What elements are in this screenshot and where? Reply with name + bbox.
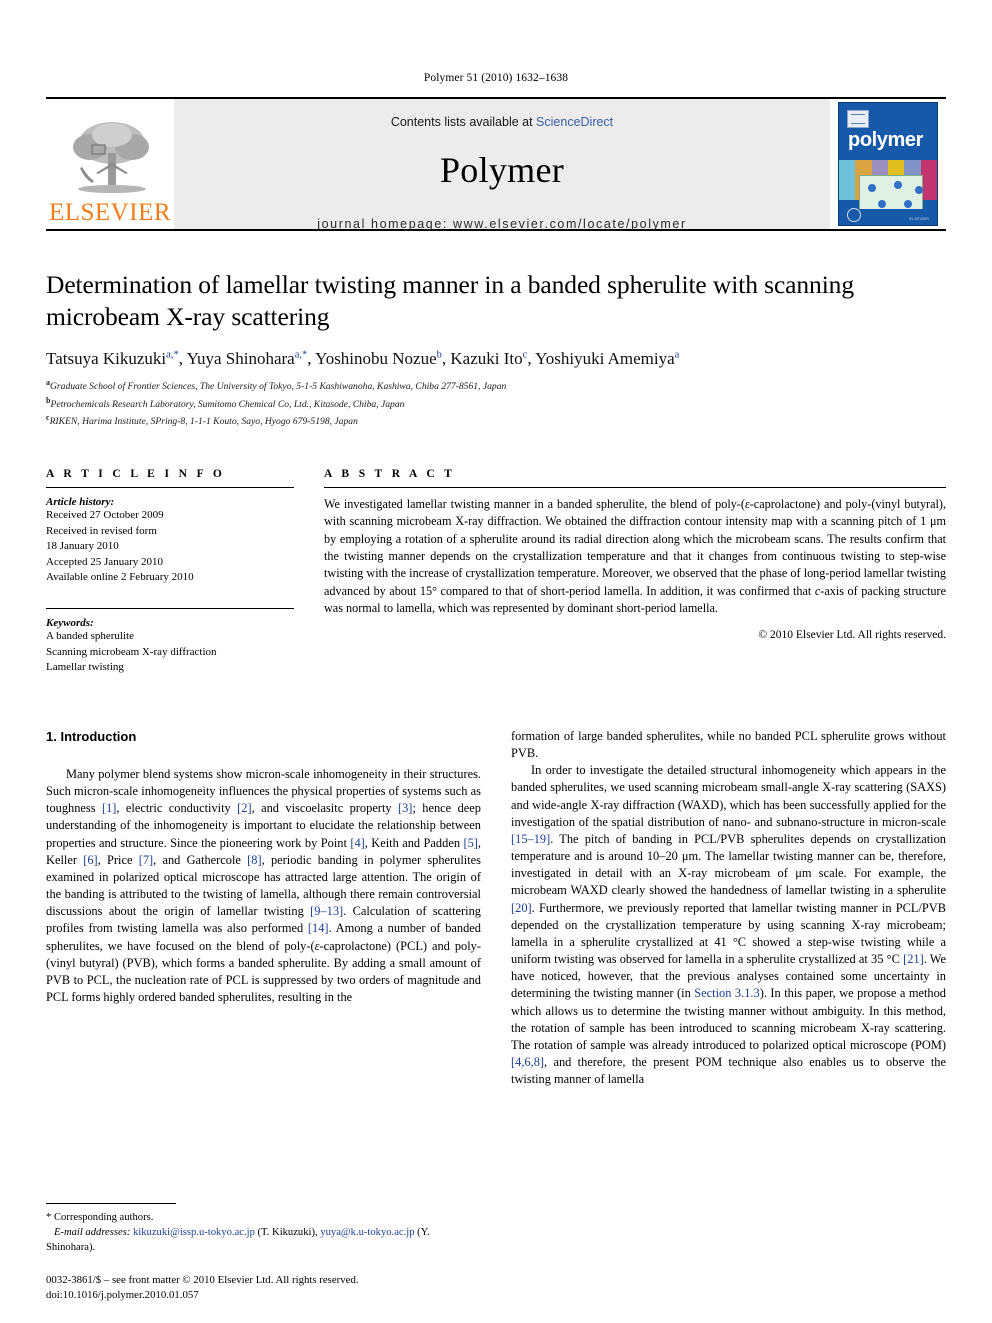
affiliation-c: cRIKEN, Harima Institute, SPring-8, 1-1-…	[46, 412, 946, 430]
masthead-center: Contents lists available at ScienceDirec…	[174, 99, 830, 231]
history-item: Received 27 October 2009	[46, 508, 164, 521]
cover-publisher-text: ELSEVIER	[909, 216, 929, 221]
citation-ref[interactable]: [8]	[247, 853, 261, 867]
history-item: Accepted 25 January 2010	[46, 555, 163, 568]
title-block: Determination of lamellar twisting manne…	[46, 269, 946, 430]
doi-line[interactable]: doi:10.1016/j.polymer.2010.01.057	[46, 1288, 359, 1303]
affiliation-a-text: Graduate School of Frontier Sciences, Th…	[50, 381, 507, 393]
cover-wordmark: polymer	[848, 129, 924, 151]
email-link-2[interactable]: yuya@k.u-tokyo.ac.jp	[320, 1227, 414, 1238]
affiliation-c-text: RIKEN, Harima Institute, SPring-8, 1-1-1…	[49, 416, 358, 428]
abstract-text: We investigated lamellar twisting manner…	[324, 496, 946, 615]
elsevier-logo: ELSEVIER	[46, 99, 174, 229]
abstract-body: We investigated lamellar twisting manner…	[324, 496, 946, 617]
section-heading-introduction: 1. Introduction	[46, 728, 137, 744]
article-title: Determination of lamellar twisting manne…	[46, 270, 854, 332]
article-history-label: Article history:	[46, 495, 115, 508]
abstract-heading: A B S T R A C T	[324, 467, 456, 480]
running-head: Polymer 51 (2010) 1632–1638	[423, 72, 569, 84]
contents-available-line: Contents lists available at ScienceDirec…	[391, 115, 613, 129]
citation-ref[interactable]: [14]	[308, 921, 329, 935]
abstract-column: A B S T R A C T We investigated lamellar…	[324, 468, 946, 676]
sciencedirect-link[interactable]: ScienceDirect	[536, 115, 613, 129]
citation-ref[interactable]: [6]	[83, 853, 97, 867]
elsevier-tree-icon	[73, 122, 149, 193]
journal-cover-container: polymer ELSEVIER	[830, 99, 946, 229]
section-crossref[interactable]: Section 3.1.3	[694, 986, 759, 1000]
keyword-item: Lamellar twisting	[46, 661, 124, 674]
issn-line: 0032-3861/$ – see front matter © 2010 El…	[46, 1273, 359, 1286]
info-abstract-region: A R T I C L E I N F O Article history: R…	[46, 468, 946, 676]
email-label: E-mail addresses:	[53, 1226, 131, 1238]
keywords-label: Keywords:	[46, 617, 94, 630]
history-item: 18 January 2010	[46, 540, 119, 553]
intro-paragraph-1: Many polymer blend systems show micron-s…	[46, 766, 482, 1005]
keywords-block: Keywords: A banded spherulite Scanning m…	[46, 608, 294, 676]
history-item: Available online 2 February 2010	[46, 571, 194, 584]
corresponding-author-note: * Corresponding authors.	[46, 1211, 154, 1223]
journal-homepage-link[interactable]: journal homepage: www.elsevier.com/locat…	[317, 217, 687, 231]
cover-badge-icon	[847, 110, 869, 128]
intro-paragraph-continued: formation of large banded spherulites, w…	[511, 728, 946, 761]
affiliations: aGraduate School of Frontier Sciences, T…	[46, 377, 946, 430]
journal-masthead: ELSEVIER Contents lists available at Sci…	[46, 97, 946, 231]
footnote-rule	[46, 1202, 176, 1204]
journal-cover-thumbnail[interactable]: polymer ELSEVIER	[839, 103, 937, 225]
citation-ref[interactable]: [15–19]	[511, 832, 550, 846]
cover-mark-icon	[847, 208, 861, 222]
abstract-rule	[324, 486, 946, 488]
keyword-item: Scanning microbeam X-ray diffraction	[46, 645, 217, 658]
article-info-column: A R T I C L E I N F O Article history: R…	[46, 468, 294, 676]
citation-ref[interactable]: [4]	[350, 836, 364, 850]
citation-ref[interactable]: [4,6,8]	[511, 1055, 544, 1069]
paper-page: Polymer 51 (2010) 1632–1638 ELSEVIER Con…	[0, 0, 992, 1323]
citation-ref[interactable]: [3]	[398, 801, 412, 815]
citation-ref[interactable]: [1]	[102, 801, 116, 815]
citation-ref[interactable]: [20]	[511, 901, 532, 915]
citation-ref[interactable]: [5]	[463, 836, 477, 850]
abstract-copyright: © 2010 Elsevier Ltd. All rights reserved…	[758, 629, 946, 642]
citation-ref[interactable]: [9–13]	[310, 904, 343, 918]
keyword-item: A banded spherulite	[46, 630, 134, 643]
article-info-rule	[46, 486, 294, 488]
affiliation-b-text: Petrochemicals Research Laboratory, Sumi…	[50, 399, 405, 411]
citation-ref[interactable]: [7]	[139, 853, 153, 867]
citation-ref[interactable]: [2]	[237, 801, 251, 815]
body-right-column: formation of large banded spherulites, w…	[511, 728, 946, 1089]
affiliation-a: aGraduate School of Frontier Sciences, T…	[46, 377, 946, 395]
contents-prefix: Contents lists available at	[390, 115, 537, 129]
footnotes: * Corresponding authors. E-mail addresse…	[46, 1202, 471, 1255]
email-owner-1: (T. Kikuzuki),	[257, 1226, 318, 1238]
keywords-rule	[46, 608, 294, 610]
journal-title: Polymer	[439, 150, 565, 190]
article-info-heading: A R T I C L E I N F O	[46, 467, 226, 480]
body-left-column: 1. Introduction Many polymer blend syste…	[46, 728, 481, 1089]
citation-ref[interactable]: [21]	[903, 952, 924, 966]
email-link-1[interactable]: kikuzuki@issp.u-tokyo.ac.jp	[133, 1227, 255, 1238]
affiliation-b: bPetrochemicals Research Laboratory, Sum…	[46, 395, 946, 413]
elsevier-wordmark: ELSEVIER	[48, 199, 172, 226]
history-item: Received in revised form	[46, 524, 157, 537]
email-addresses-note: E-mail addresses: kikuzuki@issp.u-tokyo.…	[46, 1225, 471, 1255]
body-two-columns: 1. Introduction Many polymer blend syste…	[46, 728, 946, 1089]
cover-footer-band: ELSEVIER	[839, 208, 937, 225]
author-list: Tatsuya Kikuzukia,*, Yuya Shinoharaa,*, …	[46, 349, 680, 369]
imprint-block: 0032-3861/$ – see front matter © 2010 El…	[46, 1273, 359, 1303]
intro-paragraph-2: In order to investigate the detailed str…	[511, 763, 947, 1087]
